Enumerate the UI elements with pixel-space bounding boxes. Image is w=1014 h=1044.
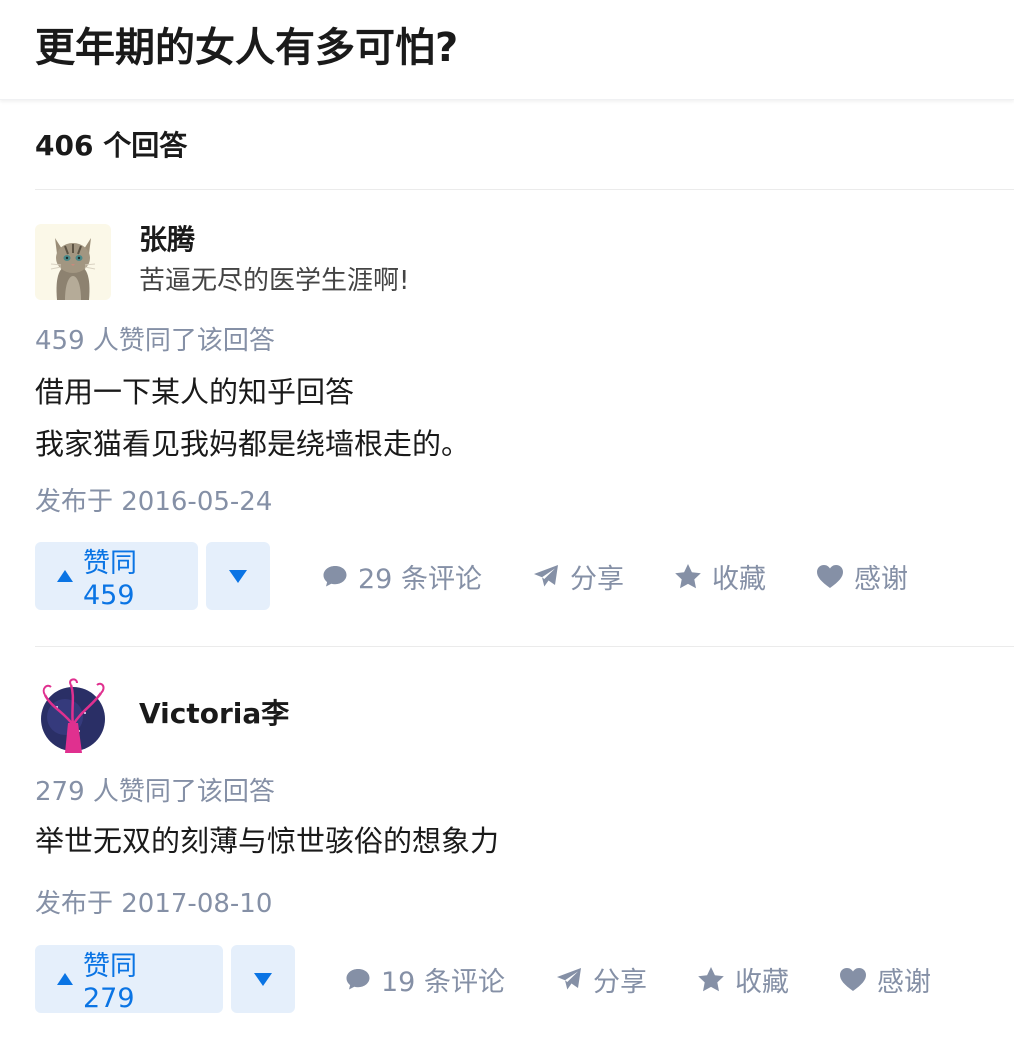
comment-label: 29 条评论 bbox=[358, 563, 482, 595]
answer-content-line: 借用一下某人的知乎回答 bbox=[35, 375, 355, 409]
share-button[interactable]: 分享 bbox=[532, 557, 624, 596]
star-icon bbox=[698, 966, 724, 991]
triangle-up-icon bbox=[57, 973, 73, 985]
upvote-button[interactable]: 赞同 279 bbox=[35, 945, 223, 1014]
tree-avatar-icon[interactable] bbox=[35, 677, 111, 753]
triangle-down-icon bbox=[254, 972, 272, 986]
thanks-label: 感谢 bbox=[853, 563, 908, 595]
paper-plane-icon bbox=[556, 968, 581, 990]
answer-content-line: 我家猫看见我妈都是绕墙根走的。 bbox=[35, 427, 471, 461]
answer-content-line: 举世无双的刻薄与惊世骇俗的想象力 bbox=[35, 824, 500, 858]
comment-button[interactable]: 19 条评论 bbox=[345, 960, 505, 999]
answer-actions: 赞同 459 29 条评论 分享 收藏 感谢 bbox=[35, 542, 908, 611]
answer-content[interactable]: 举世无双的刻薄与惊世骇俗的想象力 bbox=[35, 815, 499, 867]
triangle-down-icon bbox=[229, 569, 247, 583]
heart-icon bbox=[816, 564, 843, 588]
vote-summary: 279 人赞同了该回答 bbox=[35, 777, 275, 807]
author-name[interactable]: 张腾 bbox=[139, 222, 195, 258]
favorite-label: 收藏 bbox=[734, 966, 789, 998]
favorite-button[interactable]: 收藏 bbox=[674, 557, 766, 596]
triangle-up-icon bbox=[57, 570, 73, 582]
question-header: 更年期的女人有多可怕? bbox=[0, 0, 1014, 100]
share-button[interactable]: 分享 bbox=[555, 960, 647, 999]
answer-actions: 赞同 279 19 条评论 分享 收藏 感谢 bbox=[35, 945, 931, 1014]
publish-date[interactable]: 发布于 2016-05-24 bbox=[35, 485, 272, 519]
author-name[interactable]: Victoria李 bbox=[139, 696, 289, 732]
thanks-button[interactable]: 感谢 bbox=[839, 960, 931, 999]
cat-avatar-icon[interactable] bbox=[35, 224, 111, 300]
answer-item: Victoria李 279 人赞同了该回答 举世无双的刻薄与惊世骇俗的想象力 发… bbox=[35, 647, 1014, 1044]
share-label: 分享 bbox=[592, 966, 647, 998]
share-label: 分享 bbox=[569, 563, 624, 595]
vote-summary: 459 人赞同了该回答 bbox=[35, 326, 275, 356]
comment-bubble-icon bbox=[346, 969, 370, 990]
comment-bubble-icon bbox=[323, 566, 347, 587]
downvote-button[interactable] bbox=[231, 945, 295, 1013]
upvote-label: 赞同 279 bbox=[83, 951, 137, 1014]
paper-plane-icon bbox=[533, 565, 558, 587]
upvote-label: 赞同 459 bbox=[83, 548, 137, 611]
answer-count: 406 个回答 bbox=[35, 100, 1014, 190]
favorite-label: 收藏 bbox=[711, 563, 766, 595]
thanks-label: 感谢 bbox=[876, 966, 931, 998]
comment-button[interactable]: 29 条评论 bbox=[322, 557, 482, 596]
answer-content[interactable]: 借用一下某人的知乎回答 我家猫看见我妈都是绕墙根走的。 bbox=[35, 366, 470, 470]
favorite-button[interactable]: 收藏 bbox=[697, 960, 789, 999]
question-title[interactable]: 更年期的女人有多可怕? bbox=[35, 0, 1014, 72]
upvote-button[interactable]: 赞同 459 bbox=[35, 542, 198, 611]
downvote-button[interactable] bbox=[206, 542, 270, 610]
thanks-button[interactable]: 感谢 bbox=[816, 557, 908, 596]
star-icon bbox=[675, 563, 701, 588]
answer-item: 张腾 苦逼无尽的医学生涯啊! 459 人赞同了该回答 借用一下某人的知乎回答 我… bbox=[35, 190, 1014, 647]
author-bio: 苦逼无尽的医学生涯啊! bbox=[139, 266, 410, 296]
heart-icon bbox=[839, 967, 866, 991]
comment-label: 19 条评论 bbox=[381, 966, 505, 998]
publish-date[interactable]: 发布于 2017-08-10 bbox=[35, 887, 272, 921]
